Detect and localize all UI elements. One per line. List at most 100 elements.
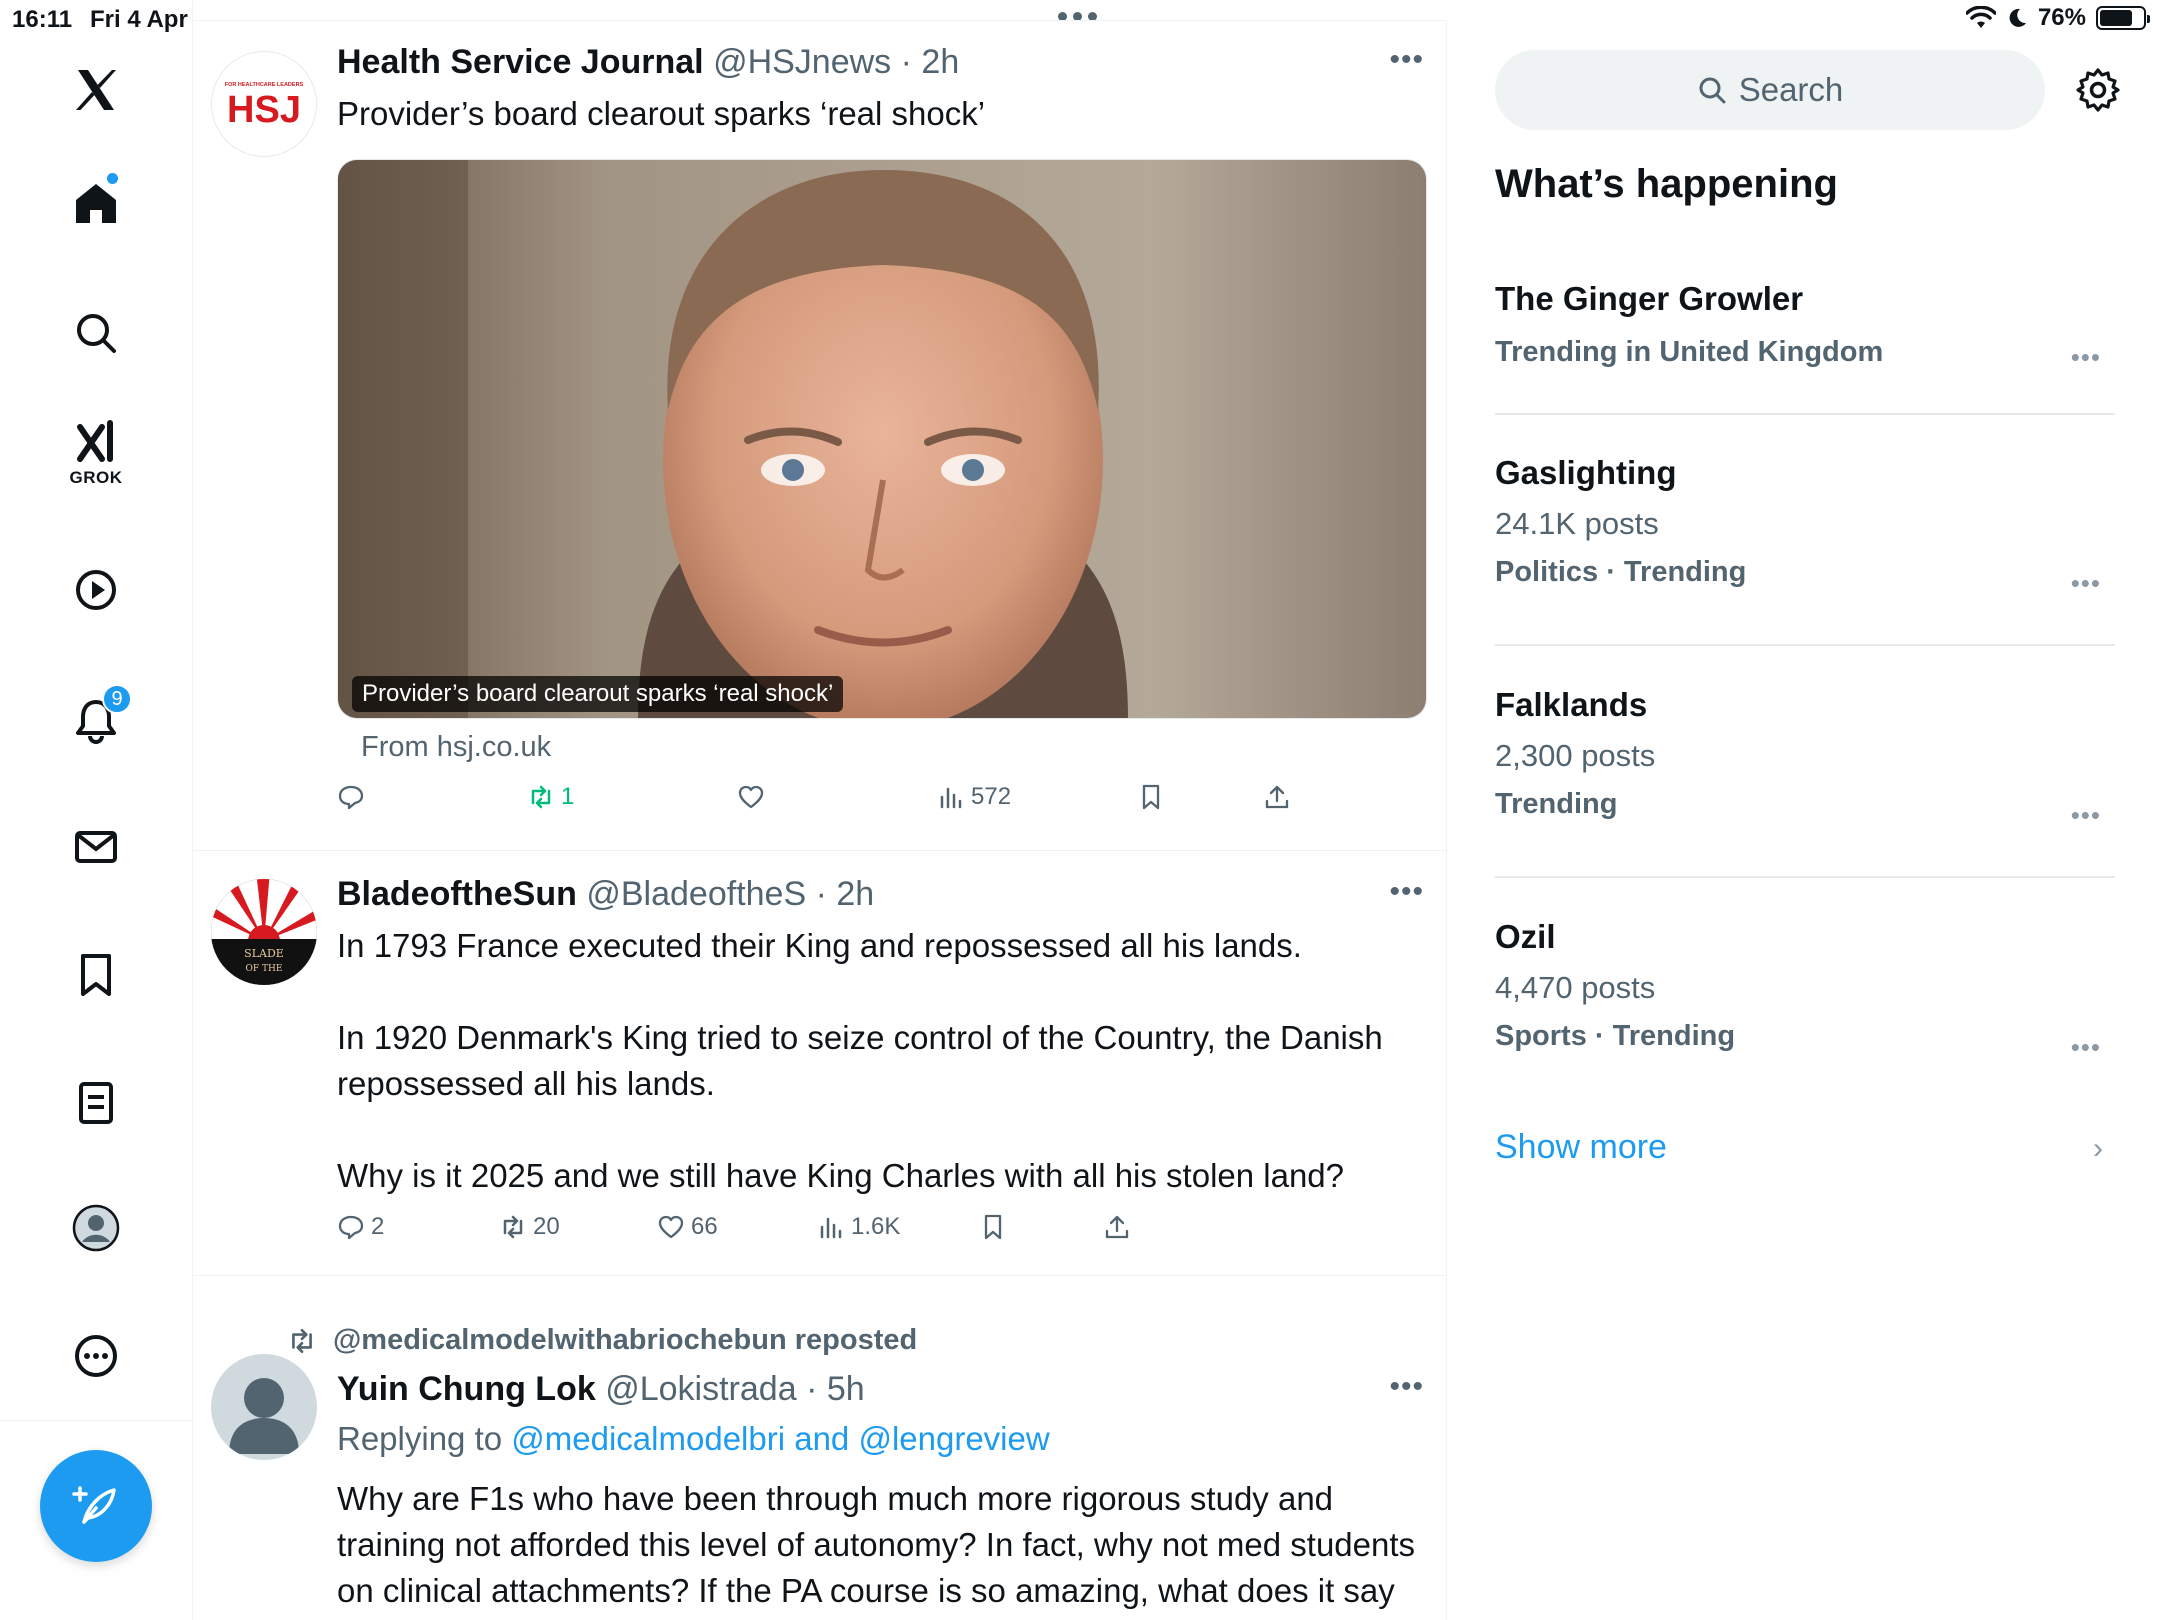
reply-button[interactable] [337, 783, 365, 811]
nav-notifications[interactable]: 9 [56, 680, 136, 760]
like-button[interactable]: 66 [657, 1213, 718, 1241]
tweet-more-button[interactable]: ••• [1389, 1370, 1424, 1404]
trend-more-button[interactable]: ••• [2071, 342, 2101, 373]
chevron-right-icon[interactable]: › [2093, 1132, 2103, 1166]
retweet-button[interactable]: 20 [499, 1213, 560, 1241]
author-handle[interactable]: @Lokistrada [605, 1370, 796, 1408]
tweet-text: Why are F1s who have been through much m… [337, 1480, 1416, 1620]
x-logo-icon[interactable] [56, 50, 136, 130]
nav-more[interactable] [56, 1316, 136, 1396]
views-count: 572 [971, 783, 1012, 810]
tweet-time: · 5h [806, 1370, 865, 1408]
search-icon [1699, 77, 1726, 104]
nav-divider [0, 1420, 193, 1421]
card-source[interactable]: From hsj.co.uk [361, 731, 551, 764]
nav-lists[interactable] [56, 1063, 136, 1143]
link-card-image[interactable]: Provider’s board clearout sparks ‘real s… [337, 159, 1427, 719]
tweet-actions: 1 572 [337, 783, 1337, 823]
replying-to-links[interactable]: @medicalmodelbri and @lengreview [511, 1420, 1049, 1457]
trend-item[interactable]: Gaslighting 24.1K posts Politics · Trend… [1495, 454, 2115, 598]
views-button[interactable]: 1.6K [817, 1213, 900, 1241]
trend-post-count: 2,300 posts [1495, 738, 1656, 773]
tweet-text: In 1793 France executed their King and r… [337, 927, 1383, 1194]
default-avatar-icon [229, 1378, 299, 1454]
retweet-count: 1 [561, 783, 575, 810]
nav-grok[interactable]: GROK [56, 410, 136, 490]
tweet-hsj[interactable]: FOR HEALTHCARE LEADERS HSJ Health Servic… [193, 21, 1446, 851]
author-name[interactable]: Yuin Chung Lok [337, 1370, 596, 1408]
avatar[interactable]: FOR HEALTHCARE LEADERS HSJ [211, 51, 317, 157]
tweet-more-button[interactable]: ••• [1389, 43, 1424, 77]
views-button[interactable]: 572 [937, 783, 1011, 811]
trend-post-count: 24.1K posts [1495, 506, 1659, 541]
svg-text:SLADE: SLADE [244, 947, 284, 960]
trend-name: The Ginger Growler [1495, 280, 1804, 317]
nav-profile[interactable] [56, 1188, 136, 1268]
tweet-text: Provider’s board clearout sparks ‘real s… [337, 95, 986, 132]
video-icon [76, 570, 116, 610]
bookmark-icon [1142, 784, 1160, 810]
trend-name: Falklands [1495, 686, 1648, 723]
trend-divider [1495, 644, 2115, 646]
trend-name: Gaslighting [1495, 454, 1677, 491]
compose-button[interactable] [40, 1450, 152, 1562]
author-name[interactable]: BladeoftheSun [337, 875, 577, 913]
moon-icon [2009, 8, 2026, 27]
trend-context: Trending [1495, 788, 1618, 820]
grok-icon [77, 420, 113, 462]
retweet-button[interactable]: 1 [527, 783, 574, 811]
tweet-actions: 2 20 66 1.6K [337, 1213, 1337, 1253]
trend-post-count: 4,470 posts [1495, 970, 1656, 1005]
trend-more-button[interactable]: ••• [2071, 1032, 2101, 1063]
show-more-link[interactable]: Show more [1495, 1128, 1667, 1167]
tweet-bladeofthesun[interactable]: SLADE OF THE BladeoftheSun @BladeoftheS … [193, 851, 1446, 1276]
home-unread-dot [107, 173, 118, 184]
more-icon [75, 1335, 117, 1377]
left-navigation: GROK 9 [0, 0, 193, 1620]
nav-video[interactable] [56, 550, 136, 630]
right-sidebar: Search What’s happening The Ginger Growl… [1447, 40, 2160, 1620]
svg-text:FOR HEALTHCARE LEADERS: FOR HEALTHCARE LEADERS [225, 82, 304, 88]
author-handle[interactable]: @BladeoftheS [586, 875, 806, 913]
svg-text:OF THE: OF THE [246, 964, 283, 974]
bookmark-button[interactable] [1137, 783, 1165, 811]
grok-label: GROK [69, 468, 123, 487]
share-button[interactable] [1263, 783, 1291, 811]
nav-messages[interactable] [56, 807, 136, 887]
heart-icon [658, 1215, 684, 1239]
trend-more-button[interactable]: ••• [2071, 568, 2101, 599]
tweet-more-button[interactable]: ••• [1389, 875, 1424, 909]
settings-gear-icon[interactable] [2074, 66, 2122, 114]
trend-item[interactable]: Falklands 2,300 posts Trending ••• [1495, 686, 2115, 830]
nav-bookmarks[interactable] [56, 935, 136, 1015]
like-count: 66 [691, 1213, 718, 1240]
avatar[interactable] [211, 1354, 317, 1460]
nav-explore[interactable] [56, 293, 136, 373]
bookmark-button[interactable] [979, 1213, 1007, 1241]
like-button[interactable] [737, 783, 765, 811]
author-handle[interactable]: @HSJnews [713, 43, 891, 81]
views-icon [820, 1217, 842, 1239]
nav-home[interactable] [56, 163, 136, 243]
battery-icon [2096, 6, 2150, 30]
repost-label[interactable]: @medicalmodelwithabriochebun reposted [333, 1324, 917, 1357]
trend-more-button[interactable]: ••• [2071, 800, 2101, 831]
bookmark-icon [984, 1214, 1002, 1240]
share-button[interactable] [1103, 1213, 1131, 1241]
trend-item[interactable]: The Ginger Growler Trending in United Ki… [1495, 280, 2115, 372]
trend-item[interactable]: Ozil 4,470 posts Sports · Trending ••• [1495, 918, 2115, 1062]
timeline-feed[interactable]: FOR HEALTHCARE LEADERS HSJ Health Servic… [193, 20, 1447, 1620]
search-icon [77, 314, 116, 353]
trend-context: Politics · Trending [1495, 556, 1747, 588]
portrait-photo [338, 160, 1426, 718]
search-input[interactable]: Search [1495, 50, 2045, 130]
reply-button[interactable]: 2 [337, 1213, 384, 1241]
tweet-header: Yuin Chung Lok @Lokistrada · 5h [337, 1370, 865, 1409]
author-name[interactable]: Health Service Journal [337, 43, 704, 81]
tweet-yuin-chung-lok[interactable]: @medicalmodelwithabriochebun reposted Yu… [193, 1276, 1446, 1620]
tweet-header: Health Service Journal @HSJnews · 2h [337, 43, 959, 82]
avatar[interactable]: SLADE OF THE [211, 879, 317, 985]
reply-count: 2 [371, 1213, 385, 1240]
bookmark-icon [81, 954, 111, 996]
tweet-header: BladeoftheSun @BladeoftheS · 2h [337, 875, 874, 914]
